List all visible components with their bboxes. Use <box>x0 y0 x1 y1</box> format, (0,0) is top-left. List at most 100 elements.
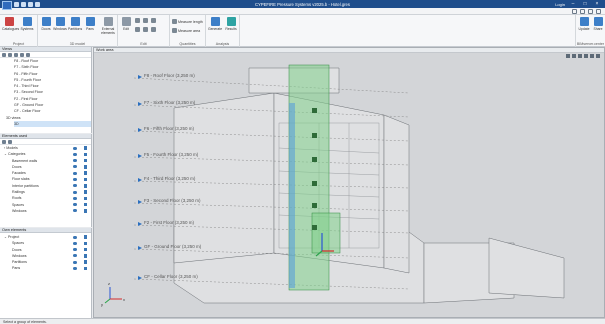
generate-icon <box>210 17 220 26</box>
edit-view-icon[interactable] <box>8 52 12 57</box>
login-button[interactable]: Login <box>555 2 565 7</box>
visibility-icon[interactable] <box>73 235 77 239</box>
lock-icon[interactable] <box>84 146 87 150</box>
3d-view-icon[interactable] <box>26 52 30 57</box>
copy-button[interactable] <box>143 18 148 23</box>
catalogues-icon <box>4 17 14 26</box>
work-area[interactable]: Work area F8 - Roof Floor (3,250 m) F7 -… <box>93 47 605 318</box>
results-button[interactable]: Results <box>224 17 238 31</box>
lock-icon[interactable] <box>84 152 87 157</box>
partitions-button[interactable]: Partitions <box>68 17 82 31</box>
valve-icon <box>312 157 317 162</box>
delete-button[interactable] <box>135 27 140 32</box>
lock-icon[interactable] <box>84 260 87 264</box>
doors-button[interactable]: Doors <box>39 17 53 31</box>
app-window: CYPEFIRE Pressure Systems v2025.b - Hote… <box>0 0 605 324</box>
visibility-icon[interactable] <box>73 152 77 156</box>
lock-icon[interactable] <box>84 165 87 169</box>
move-button[interactable] <box>135 18 140 23</box>
catalogues-button[interactable]: Catalogues <box>2 17 19 31</box>
floor-label: F4 - Third Floor (3,250 m) <box>144 176 196 181</box>
maximize-icon[interactable]: □ <box>581 1 589 7</box>
floor-marker <box>138 222 142 226</box>
generate-button[interactable]: Generate <box>208 17 222 31</box>
new-view-icon[interactable] <box>2 52 6 57</box>
visibility-icon[interactable] <box>73 254 77 258</box>
results-icon <box>226 17 236 26</box>
lock-icon[interactable] <box>84 202 87 207</box>
help-icon[interactable] <box>588 9 593 14</box>
visibility-icon[interactable] <box>73 203 77 207</box>
match-button[interactable] <box>151 27 156 32</box>
floor-marker <box>138 75 142 79</box>
lock-icon[interactable] <box>84 190 87 194</box>
lock-icon[interactable] <box>84 241 87 246</box>
collapse-icon[interactable] <box>8 139 12 144</box>
delete-view-icon[interactable] <box>14 52 18 57</box>
minimize-icon[interactable]: – <box>569 1 577 7</box>
visibility-icon[interactable] <box>73 241 77 245</box>
settings-icon[interactable] <box>580 9 585 14</box>
views-list: F8 - Roof Floor F7 - Sixth Floor F6 - Fi… <box>0 58 91 128</box>
visibility-icon[interactable] <box>73 165 77 169</box>
lock-icon[interactable] <box>84 247 87 252</box>
lock-icon[interactable] <box>84 254 87 258</box>
lock-icon[interactable] <box>84 235 87 239</box>
update-button[interactable]: Update <box>577 17 591 31</box>
visibility-icon[interactable] <box>73 177 77 181</box>
systems-button[interactable]: Systems <box>20 17 34 31</box>
mirror-icon <box>143 27 148 32</box>
annex-block <box>488 237 565 299</box>
visibility-icon[interactable] <box>73 248 77 252</box>
mirror-button[interactable] <box>143 27 148 32</box>
rotate-icon <box>151 18 156 23</box>
elements-tree: › Models ⌄ Categories Basement walls Doo… <box>0 145 91 214</box>
windows-button[interactable]: Windows <box>53 17 67 31</box>
floor-label: GF - Ground Floor (3,250 m) <box>144 244 202 249</box>
search-icon[interactable] <box>572 9 577 14</box>
ribbon-group-project: Catalogues Systems Project <box>0 15 38 47</box>
visibility-icon[interactable] <box>73 209 77 213</box>
top-toolbar <box>572 9 601 14</box>
measure-area-button[interactable]: Measure area <box>172 28 200 33</box>
rotate-button[interactable] <box>151 18 156 23</box>
lock-icon[interactable] <box>84 177 87 182</box>
3d-viewport[interactable]: F8 - Roof Floor (3,250 m) F7 - Sixth Flo… <box>94 53 604 317</box>
info-icon[interactable] <box>596 9 601 14</box>
riser-pipe[interactable] <box>289 103 295 288</box>
door-icon <box>41 17 51 26</box>
lock-icon[interactable] <box>84 184 87 188</box>
lock-icon[interactable] <box>84 171 87 175</box>
visibility-icon[interactable] <box>73 190 77 194</box>
visibility-icon[interactable] <box>73 196 77 200</box>
lock-icon[interactable] <box>84 196 87 201</box>
expand-icon[interactable] <box>2 139 6 144</box>
riser-room[interactable] <box>311 212 341 254</box>
visibility-icon[interactable] <box>73 171 77 175</box>
ribbon-group-label: BIMserver.center <box>576 42 605 46</box>
ribbon-group-label: Quantities <box>179 42 196 46</box>
close-icon[interactable]: × <box>593 1 601 7</box>
share-button[interactable]: Share <box>591 17 605 31</box>
partition-icon <box>70 17 80 26</box>
visibility-icon[interactable] <box>73 260 77 264</box>
visibility-icon[interactable] <box>73 184 77 188</box>
floor-label: F7 - Sixth Floor (3,250 m) <box>144 100 196 105</box>
lock-icon[interactable] <box>84 266 87 271</box>
tree-item[interactable]: Pans <box>4 265 91 271</box>
tree-item[interactable]: Windows <box>4 208 91 214</box>
own-elements-panel: Own elements ⌄ Project Spaces Doors Wind… <box>0 228 92 318</box>
visibility-icon[interactable] <box>73 266 77 270</box>
edit-button[interactable]: Edit <box>119 17 133 31</box>
axis-y-label: y <box>101 302 103 307</box>
visibility-icon[interactable] <box>73 159 77 163</box>
view-item-3d[interactable]: 3D <box>14 120 91 128</box>
lock-icon[interactable] <box>84 209 87 213</box>
measure-length-button[interactable]: Measure length <box>172 19 203 24</box>
plan-view-icon[interactable] <box>20 52 24 57</box>
visibility-icon[interactable] <box>73 146 77 150</box>
external-elements-button[interactable]: External elements <box>100 17 116 35</box>
lock-icon[interactable] <box>84 158 87 163</box>
pans-button[interactable]: Pans <box>83 17 97 31</box>
own-elements-tree: ⌄ Project Spaces Doors Windows Partition… <box>0 233 91 272</box>
